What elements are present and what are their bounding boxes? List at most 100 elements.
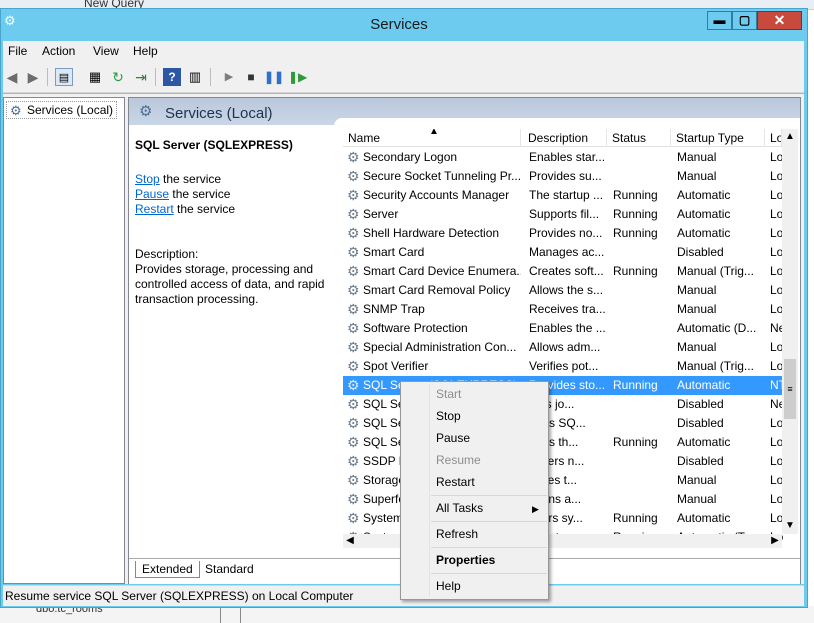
forward-arrow-icon[interactable]: ▶: [24, 68, 42, 86]
service-gear-icon: ⚙: [347, 472, 360, 488]
cell-status: Running: [613, 188, 658, 202]
stop-service-icon[interactable]: ■: [242, 68, 260, 86]
status-text: Resume service SQL Server (SQLEXPRESS) o…: [5, 589, 354, 603]
close-button[interactable]: ✕: [757, 11, 802, 30]
vertical-scrollbar[interactable]: ▲ ≡ ▼: [782, 129, 798, 534]
menu-item-all-tasks[interactable]: All Tasks: [436, 501, 483, 515]
restart-service-icon[interactable]: ❚▶: [288, 68, 307, 86]
tab-standard[interactable]: Standard: [199, 561, 260, 578]
scroll-left-icon[interactable]: ◀: [343, 534, 357, 548]
table-row[interactable]: ⚙ Smart Card Manages ac... Disabled Lo: [343, 243, 783, 262]
export-list-icon[interactable]: ⇥: [132, 68, 150, 86]
cell-name: Smart Card: [363, 245, 425, 259]
pause-service-icon[interactable]: ❚❚: [264, 68, 284, 86]
menu-item-pause[interactable]: Pause: [436, 431, 470, 445]
table-row[interactable]: ⚙ Software Protection Enables the ... Autom…: [343, 319, 784, 338]
background-object-explorer: dbo.tc_rooms: [0, 603, 814, 623]
menu-view[interactable]: View: [93, 44, 119, 58]
cell-status: Running: [613, 378, 658, 392]
menu-item-restart[interactable]: Restart: [436, 475, 475, 489]
context-menu: Start Stop Pause Resume Restart All Task…: [400, 381, 549, 600]
cell-startup: Disabled: [677, 416, 724, 430]
pause-link[interactable]: Pause: [135, 187, 169, 201]
title-bar[interactable]: ⚙ Services ▬ ▢ ✕: [1, 9, 807, 40]
table-row[interactable]: ⚙ Security Accounts Manager The startup ..…: [343, 186, 783, 205]
panel-title: Services (Local): [165, 105, 273, 122]
table-row[interactable]: ⚙ Smart Card Removal Policy Allows the s..…: [343, 281, 783, 300]
menu-item-stop[interactable]: Stop: [436, 409, 461, 423]
table-row[interactable]: ⚙ SNMP Trap Receives tra... Manual Lo: [343, 300, 783, 319]
table-row[interactable]: ⚙ Server Supports fil... Running Automatic Lo: [343, 205, 783, 224]
start-service-icon[interactable]: ▶: [220, 68, 238, 86]
column-header-label: Name: [348, 131, 381, 145]
column-header-status[interactable]: Status: [607, 129, 671, 147]
maximize-button[interactable]: ▢: [732, 11, 757, 30]
table-row[interactable]: ⚙ Special Administration Con... Allows adm…: [343, 338, 783, 357]
action-text: the service: [173, 202, 236, 216]
cell-name: Secure Socket Tunneling Pr...: [363, 169, 521, 183]
table-row[interactable]: ⚙ Secure Socket Tunneling Pr... Provides s…: [343, 167, 783, 186]
menu-separator: [431, 573, 547, 574]
scroll-down-icon[interactable]: ▼: [782, 518, 798, 534]
cell-startup: Automatic: [677, 226, 731, 240]
scroll-thumb[interactable]: ≡: [784, 359, 796, 419]
table-row[interactable]: ⚙ Shell Hardware Detection Provides no... R…: [343, 224, 783, 243]
scroll-up-icon[interactable]: ▲: [782, 129, 798, 145]
cell-name: Spot Verifier: [363, 359, 429, 373]
panel-header-notch: [334, 118, 800, 126]
column-header-startup-type[interactable]: Startup Type: [671, 129, 765, 147]
menu-gutter: [429, 384, 430, 597]
table-row[interactable]: ⚙ Secondary Logon Enables star... Manual Lo: [343, 148, 783, 167]
column-header-log-on-as[interactable]: Lo: [765, 129, 782, 147]
menu-file[interactable]: File: [8, 44, 27, 58]
restart-link[interactable]: Restart: [135, 202, 174, 216]
service-gear-icon: ⚙: [347, 415, 360, 431]
service-gear-icon: ⚙: [347, 396, 360, 412]
refresh-icon[interactable]: ↻: [109, 68, 127, 86]
menu-action[interactable]: Action: [42, 44, 75, 58]
tree-item-services-local[interactable]: ⚙ Services (Local): [6, 101, 118, 119]
menu-item-refresh[interactable]: Refresh: [436, 527, 478, 541]
table-row[interactable]: ⚙ Spot Verifier Verifies pot... Manual (Tri…: [343, 357, 783, 376]
service-gear-icon: ⚙: [347, 244, 360, 260]
back-arrow-icon[interactable]: ◀: [3, 68, 21, 86]
menu-separator: [431, 495, 547, 496]
menu-item-help[interactable]: Help: [436, 579, 461, 593]
cell-startup: Manual: [677, 169, 717, 183]
toolbar-separator: [210, 68, 211, 86]
column-header-name[interactable]: Name ▲: [343, 129, 521, 147]
menu-help[interactable]: Help: [133, 44, 158, 58]
show-hide-console-tree-icon[interactable]: ▤: [55, 68, 73, 86]
selected-service-title: SQL Server (SQLEXPRESS): [135, 138, 293, 152]
show-action-pane-icon[interactable]: ▥: [186, 68, 204, 86]
minimize-button[interactable]: ▬: [707, 11, 732, 30]
service-gear-icon: ⚙: [347, 225, 360, 241]
tab-extended[interactable]: Extended: [135, 561, 200, 578]
help-icon[interactable]: ?: [163, 68, 181, 86]
scroll-right-icon[interactable]: ▶: [768, 534, 782, 548]
cell-description: Receives tra...: [529, 302, 606, 316]
cell-startup: Disabled: [677, 454, 724, 468]
stop-link[interactable]: Stop: [135, 172, 160, 186]
cell-name: Smart Card Device Enumera...: [363, 264, 521, 278]
properties-sheet-icon[interactable]: ▦: [86, 68, 104, 86]
column-header-description[interactable]: Description: [523, 129, 607, 147]
menu-item-properties[interactable]: Properties: [436, 553, 495, 567]
table-row[interactable]: ⚙ Smart Card Device Enumera... Creates sof…: [343, 262, 783, 281]
sort-ascending-icon: ▲: [429, 129, 439, 137]
cell-description: Allows the s...: [529, 283, 604, 297]
description-label: Description:: [135, 247, 199, 261]
console-tree: ⚙ Services (Local): [3, 97, 125, 584]
cell-startup: Manual: [677, 473, 717, 487]
service-gear-icon: ⚙: [347, 187, 360, 203]
service-gear-icon: ⚙: [347, 320, 360, 336]
menu-bar: File Action View Help: [3, 41, 804, 62]
service-gear-icon: ⚙: [347, 301, 360, 317]
toolbar-separator: [155, 68, 156, 86]
window-title: Services: [370, 16, 428, 33]
cell-name: Smart Card Removal Policy: [363, 283, 511, 297]
cell-startup: Manual: [677, 492, 717, 506]
cell-status: Running: [613, 435, 658, 449]
service-gear-icon: ⚙: [347, 453, 360, 469]
cell-startup: Manual (Trig...: [677, 264, 754, 278]
